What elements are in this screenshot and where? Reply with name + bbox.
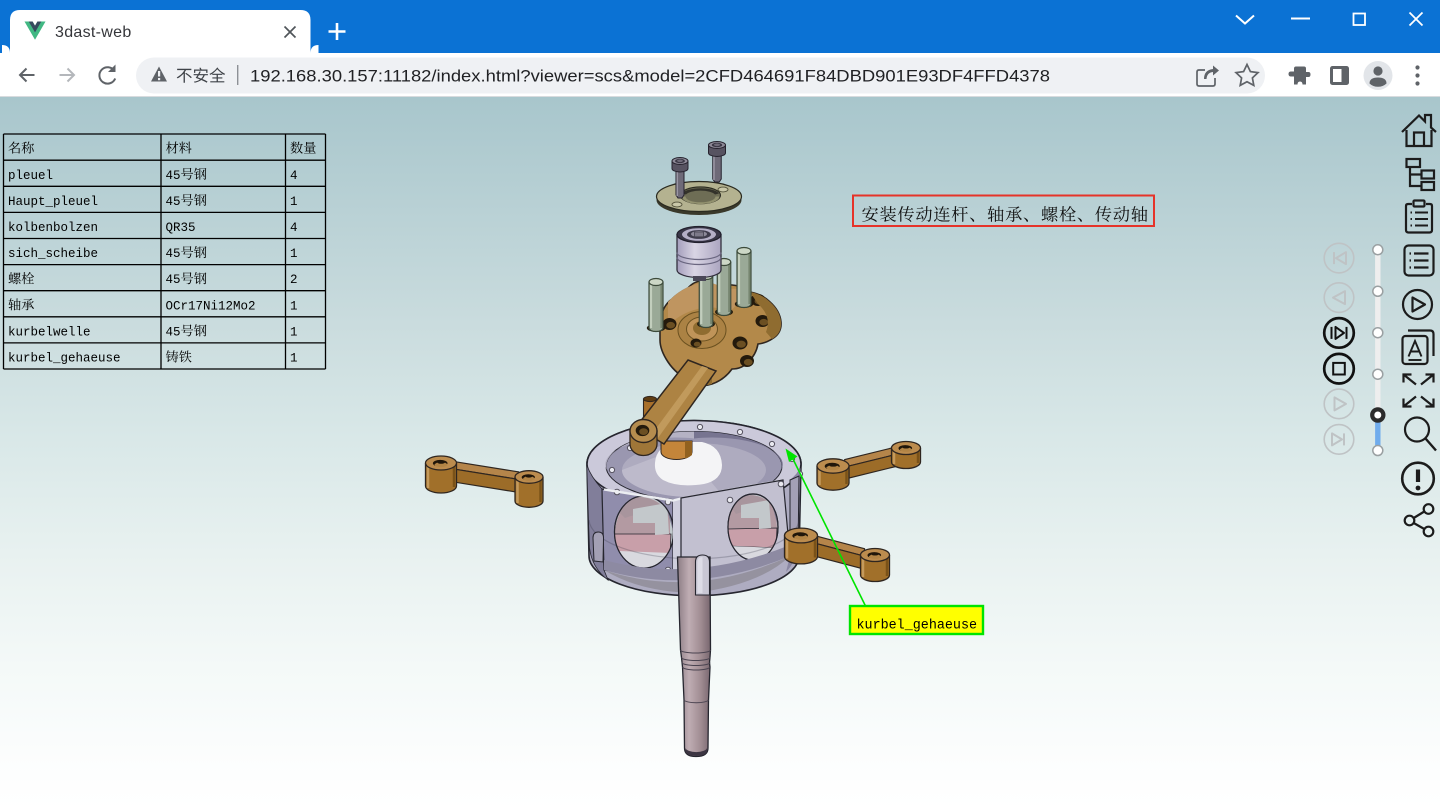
- svg-text:45: 45: [166, 195, 181, 209]
- svg-text:45: 45: [166, 273, 181, 287]
- svg-text:45: 45: [166, 325, 181, 339]
- svg-text:2: 2: [290, 273, 298, 287]
- svg-text:1: 1: [290, 247, 298, 261]
- svg-text:Haupt_pleuel: Haupt_pleuel: [8, 195, 98, 209]
- svg-text:QR35: QR35: [166, 221, 196, 235]
- svg-text:1: 1: [290, 352, 298, 366]
- svg-text:pleuel: pleuel: [8, 169, 53, 183]
- svg-text:OCr17Ni12Mo2: OCr17Ni12Mo2: [166, 299, 256, 313]
- svg-text:1: 1: [290, 299, 298, 313]
- svg-text:kolbenbolzen: kolbenbolzen: [8, 221, 98, 235]
- svg-text:4: 4: [290, 169, 298, 183]
- svg-text:45: 45: [166, 247, 181, 261]
- svg-text:kurbel_gehaeuse: kurbel_gehaeuse: [8, 352, 121, 366]
- svg-text:1: 1: [290, 325, 298, 339]
- svg-text:sich_scheibe: sich_scheibe: [8, 247, 98, 261]
- svg-text:3dast-web: 3dast-web: [55, 24, 132, 41]
- svg-text:45: 45: [166, 169, 181, 183]
- svg-text:kurbel_gehaeuse: kurbel_gehaeuse: [857, 619, 978, 634]
- svg-text:kurbelwelle: kurbelwelle: [8, 325, 91, 339]
- svg-text:1: 1: [290, 195, 298, 209]
- svg-text:4: 4: [290, 221, 298, 235]
- svg-text:192.168.30.157:11182/index.htm: 192.168.30.157:11182/index.html?viewer=s…: [250, 67, 1050, 86]
